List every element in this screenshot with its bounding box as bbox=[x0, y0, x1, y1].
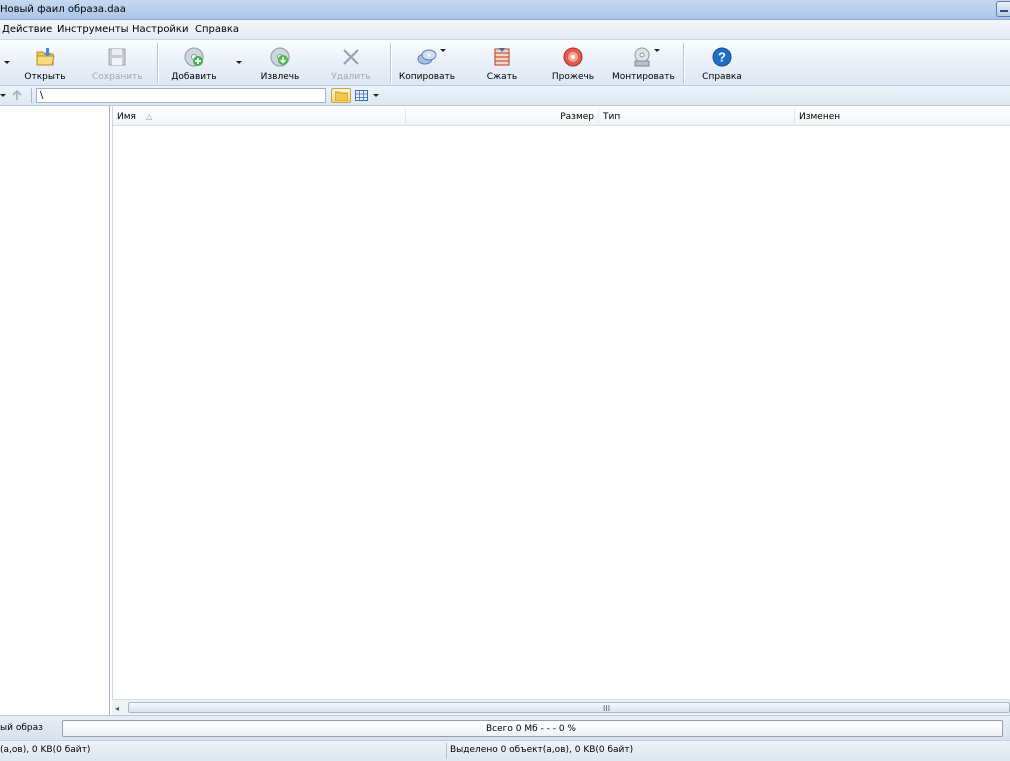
folder-open-icon bbox=[36, 48, 55, 66]
add-label: Добавить bbox=[171, 72, 217, 82]
mount-dropdown-arrow[interactable] bbox=[654, 49, 660, 52]
minimize-button[interactable] bbox=[996, 1, 1010, 17]
back-dropdown-arrow[interactable] bbox=[0, 94, 6, 97]
copy-button[interactable]: Копировать bbox=[398, 44, 456, 84]
disc-add-icon bbox=[184, 47, 204, 67]
status-separator bbox=[446, 743, 447, 759]
compress-icon bbox=[494, 48, 510, 66]
save-button[interactable]: Сохранить bbox=[92, 44, 143, 84]
new-dropdown-arrow[interactable] bbox=[4, 61, 10, 64]
open-button[interactable]: Открыть bbox=[22, 44, 68, 84]
help-button[interactable]: ? Справка bbox=[700, 44, 744, 84]
extract-button[interactable]: Извлечь bbox=[258, 44, 302, 84]
menu-tools[interactable]: Инструменты bbox=[57, 24, 129, 35]
up-folder-icon[interactable] bbox=[10, 89, 24, 103]
capacity-progress-bar: Всего 0 Мб - - - 0 % bbox=[62, 720, 1003, 737]
minimize-icon bbox=[1000, 10, 1008, 12]
toolbar: Открыть Сохранить Добавить Извлечь Удали… bbox=[0, 40, 1010, 86]
copy-label: Копировать bbox=[398, 72, 456, 82]
column-header-size[interactable]: Размер bbox=[406, 108, 599, 126]
save-label: Сохранить bbox=[92, 72, 143, 82]
compress-label: Сжать bbox=[486, 72, 518, 82]
menu-settings[interactable]: Настройки bbox=[132, 24, 188, 35]
copy-dropdown-arrow[interactable] bbox=[440, 49, 446, 52]
toolbar-separator bbox=[157, 43, 158, 83]
column-type-label: Тип bbox=[603, 112, 621, 122]
column-header-modified[interactable]: Изменен bbox=[795, 108, 1010, 126]
status-bar: (а,ов), 0 KB(0 байт) Выделено 0 объект(а… bbox=[0, 740, 1010, 761]
add-dropdown-arrow[interactable] bbox=[236, 61, 242, 64]
folder-icon bbox=[335, 91, 348, 101]
sort-ascending-icon: △ bbox=[145, 112, 153, 121]
compress-button[interactable]: Сжать bbox=[480, 44, 524, 84]
list-header: Имя △ Размер Тип Изменен bbox=[113, 108, 1010, 126]
burn-disc-icon bbox=[563, 47, 583, 67]
column-modified-label: Изменен bbox=[799, 112, 841, 122]
title-bar: Новый фаил образа.daa bbox=[0, 0, 1010, 20]
burn-label: Прожечь bbox=[551, 72, 595, 82]
mount-label: Монтировать bbox=[612, 72, 675, 82]
path-input[interactable]: \ bbox=[36, 88, 326, 103]
toolbar-separator bbox=[390, 43, 391, 83]
open-label: Открыть bbox=[24, 72, 66, 82]
delete-label: Удалить bbox=[331, 72, 371, 82]
grip-icon: III bbox=[603, 704, 611, 713]
capacity-text: Всего 0 Мб - - - 0 % bbox=[486, 724, 576, 734]
scroll-left-icon[interactable]: ◂ bbox=[115, 704, 119, 713]
help-icon: ? bbox=[712, 47, 732, 67]
column-header-type[interactable]: Тип bbox=[599, 108, 795, 126]
extract-label: Извлечь bbox=[260, 72, 300, 82]
column-header-name[interactable]: Имя △ bbox=[113, 108, 406, 126]
browse-folder-button[interactable] bbox=[331, 88, 351, 103]
mount-button[interactable]: Монтировать bbox=[612, 44, 675, 84]
column-size-label: Размер bbox=[560, 112, 594, 122]
image-type-label: ый образ bbox=[0, 723, 43, 733]
add-button[interactable]: Добавить bbox=[170, 44, 218, 84]
column-name-label: Имя bbox=[117, 112, 136, 122]
horizontal-scrollbar[interactable]: ◂ III bbox=[112, 699, 1010, 715]
delete-x-icon bbox=[343, 49, 359, 65]
capacity-bar-row: ый образ Всего 0 Мб - - - 0 % bbox=[0, 715, 1010, 740]
burn-button[interactable]: Прожечь bbox=[550, 44, 596, 84]
menu-help[interactable]: Справка bbox=[195, 24, 239, 35]
status-total: (а,ов), 0 KB(0 байт) bbox=[0, 745, 91, 755]
folder-tree-panel[interactable] bbox=[0, 106, 110, 715]
mount-drive-icon bbox=[634, 47, 650, 67]
grid-view-icon bbox=[355, 90, 368, 101]
menu-action[interactable]: Действие bbox=[2, 24, 52, 35]
help-label: Справка bbox=[702, 72, 742, 82]
view-mode-button[interactable] bbox=[354, 88, 370, 103]
status-selected: Выделено 0 объект(а,ов), 0 KB(0 байт) bbox=[450, 745, 634, 755]
toolbar-separator bbox=[683, 43, 684, 83]
disc-extract-icon bbox=[270, 47, 290, 67]
svg-text:?: ? bbox=[718, 50, 726, 65]
delete-button[interactable]: Удалить bbox=[328, 44, 374, 84]
window-title: Новый фаил образа.daa bbox=[0, 4, 126, 15]
address-bar: \ bbox=[0, 86, 1010, 106]
disc-copy-icon bbox=[417, 49, 437, 65]
menu-bar: Действие Инструменты Настройки Справка bbox=[0, 20, 1010, 40]
file-list-panel[interactable]: Имя △ Размер Тип Изменен bbox=[112, 106, 1010, 715]
addr-separator bbox=[31, 88, 32, 103]
scrollbar-thumb[interactable]: III bbox=[128, 702, 1010, 713]
view-mode-dropdown-arrow[interactable] bbox=[373, 94, 379, 97]
floppy-disk-icon bbox=[108, 48, 126, 66]
